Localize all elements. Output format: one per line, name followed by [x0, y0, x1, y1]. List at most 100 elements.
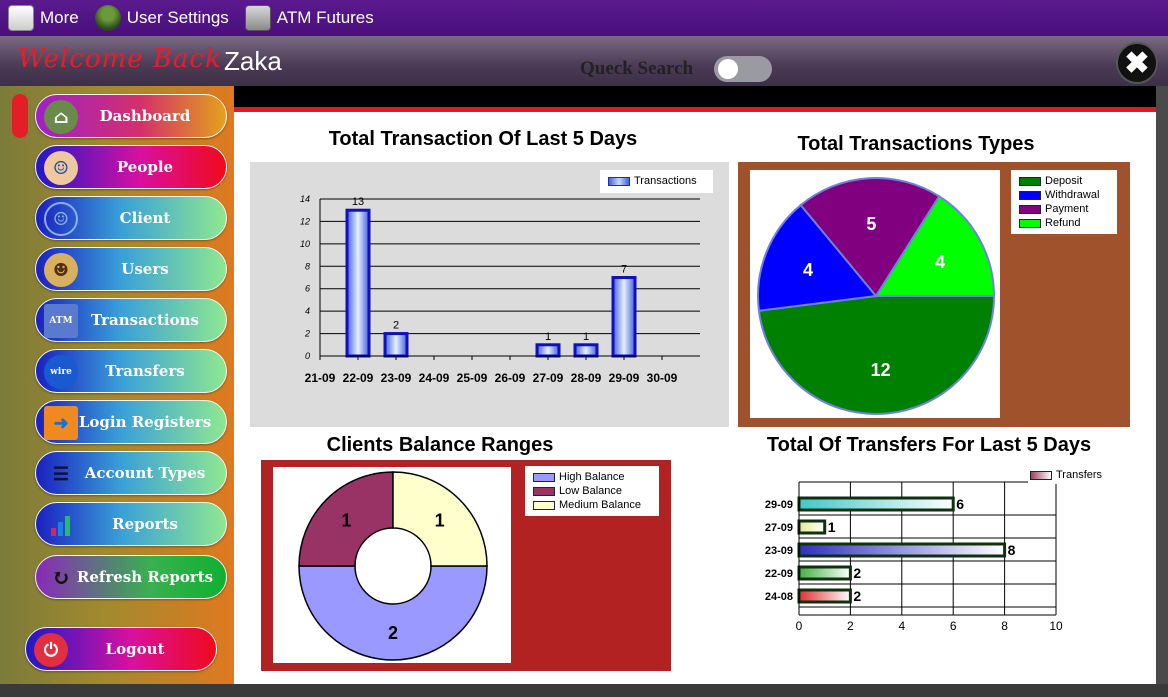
- donut-value-label: 2: [388, 623, 398, 643]
- legend-swatch: [608, 176, 630, 186]
- users-icon: ☻: [44, 253, 78, 287]
- transfers-legend: Transfers: [1028, 466, 1105, 484]
- legend-label: High Balance: [559, 471, 625, 483]
- bar-value-label: 6: [956, 496, 964, 512]
- sidebar-item-transfers[interactable]: wire Transfers: [35, 349, 227, 393]
- y-tick-label: 14: [300, 194, 310, 204]
- menu-user-settings[interactable]: User Settings: [87, 0, 237, 36]
- x-tick-label: 27-09: [533, 371, 564, 385]
- y-tick-label: 23-09: [765, 545, 793, 557]
- pie-value-label: 5: [866, 214, 876, 234]
- donut-value-label: 1: [435, 510, 445, 530]
- pie-value-label: 4: [935, 252, 945, 272]
- people-icon: ☺: [44, 151, 78, 185]
- logout-icon: ⏻: [34, 633, 68, 667]
- bar-value-label: 8: [1008, 542, 1016, 558]
- logout-button[interactable]: ⏻ Logout: [25, 627, 217, 671]
- menu-more-label: More: [40, 8, 79, 27]
- y-tick-label: 2: [304, 329, 310, 339]
- y-tick-label: 4: [305, 306, 310, 316]
- bar: [383, 332, 409, 358]
- sidebar-scrollbar[interactable]: [12, 94, 28, 138]
- menu-bar: More User Settings ATM Futures: [0, 0, 1168, 36]
- legend-label: Medium Balance: [559, 499, 641, 511]
- legend-label: Deposit: [1045, 175, 1083, 187]
- menu-more[interactable]: More: [0, 0, 87, 36]
- x-tick-label: 4: [898, 619, 905, 633]
- window-bottom-edge: [0, 684, 1168, 697]
- y-tick-label: 29-09: [765, 499, 793, 511]
- sidebar-item-dashboard[interactable]: ⌂ Dashboard: [35, 94, 227, 138]
- y-tick-label: 12: [300, 216, 310, 226]
- menu-user-settings-label: User Settings: [126, 8, 229, 27]
- sidebar-item-login-registers[interactable]: ➜ Login Registers: [35, 400, 227, 444]
- bar: [797, 542, 1007, 558]
- bar: [797, 496, 955, 512]
- sidebar-item-refresh-reports[interactable]: ↻ Refresh Reports: [35, 555, 227, 599]
- sidebar-item-reports[interactable]: Reports: [35, 502, 227, 546]
- x-tick-label: 0: [796, 619, 803, 633]
- sidebar-item-users[interactable]: ☻ Users: [35, 247, 227, 291]
- x-tick-label: 23-09: [381, 371, 412, 385]
- sidebar: ⌂ Dashboard ☺ People ☺ Client ☻ Users AT…: [0, 86, 234, 687]
- sidebar-item-client[interactable]: ☺ Client: [35, 196, 227, 240]
- chart-title-transactions: Total Transaction Of Last 5 Days: [328, 128, 638, 150]
- y-tick-label: 8: [305, 261, 310, 271]
- sidebar-item-transactions[interactable]: ATM Transactions: [35, 298, 227, 342]
- quick-search-toggle[interactable]: [714, 56, 772, 82]
- menu-atm-futures[interactable]: ATM Futures: [237, 0, 382, 36]
- legend-swatch-withdrawal: [1019, 190, 1041, 200]
- transaction-types-panel: 12 4 5 4 Deposit Withdrawal Payment Refund: [738, 162, 1130, 427]
- chart-title-transaction-types: Total Transactions Types: [797, 133, 1035, 155]
- y-tick-label: 10: [300, 239, 310, 249]
- x-tick-label: 2: [847, 619, 854, 633]
- transfers-bar-chart: 0 2 4 6 8 10 29-09 6 27-09 1 23-09 8 22-09 2 24-08 2: [765, 481, 1063, 633]
- x-tick-label: 6: [950, 619, 957, 633]
- legend-swatch-low: [533, 486, 555, 496]
- bar-value-label: 1: [545, 331, 551, 343]
- legend-swatch-payment: [1019, 204, 1041, 214]
- legend-label: Transfers: [1056, 469, 1103, 481]
- y-tick-label: 27-09: [765, 522, 793, 534]
- donut-value-label: 1: [341, 510, 351, 530]
- transactions-bar-chart: 0 2 4 6 8 10 12 14 21-09 22-09 13 23-09 2 24-09 25-09 2…: [300, 194, 700, 385]
- bar-value-label: 2: [853, 588, 861, 604]
- x-tick-label: 21-09: [305, 371, 336, 385]
- balance-ranges-legend: High Balance Low Balance Medium Balance: [525, 466, 659, 516]
- legend-label: Transactions: [634, 175, 697, 187]
- bar: [797, 565, 852, 581]
- bar-value-label: 2: [393, 320, 399, 332]
- donut-plot-area: 2 1 1: [273, 467, 511, 663]
- chart-title-balance-ranges: Clients Balance Ranges: [326, 434, 554, 456]
- bar-value-label: 7: [621, 264, 627, 276]
- legend-swatch-refund: [1019, 218, 1041, 228]
- refresh-icon: ↻: [51, 565, 71, 591]
- person-icon: ☺: [44, 202, 78, 236]
- home-icon: ⌂: [44, 100, 78, 134]
- transactions-legend: Transactions: [600, 170, 713, 193]
- transfers-chart-panel: 0 2 4 6 8 10 29-09 6 27-09 1 23-09 8 22-09 2 24-08 2 Tr…: [744, 462, 1124, 662]
- legend-swatch-medium: [533, 500, 555, 510]
- list-icon: ☰: [52, 463, 70, 485]
- sidebar-item-account-types[interactable]: ☰ Account Types: [35, 451, 227, 495]
- pie-value-label: 4: [803, 260, 813, 280]
- sidebar-item-people[interactable]: ☺ People: [35, 145, 227, 189]
- dashboard-main: Total Transaction Of Last 5 Days 0 2 4 6 8 10…: [234, 86, 1156, 684]
- bar-value-label: 1: [828, 519, 836, 535]
- transaction-types-pie-chart: 12 4 5 4: [757, 177, 996, 415]
- legend-swatch: [1030, 470, 1052, 480]
- y-tick-label: 22-09: [765, 568, 793, 580]
- menu-atm-futures-label: ATM Futures: [276, 8, 374, 27]
- x-tick-label: 26-09: [495, 371, 526, 385]
- balance-ranges-panel: 2 1 1 High Balance Low Balance Medium Bala…: [261, 460, 671, 671]
- pie-value-label: 12: [871, 360, 891, 380]
- username: Zaka: [224, 46, 282, 76]
- atm-icon: [244, 5, 271, 31]
- x-tick-label: 8: [1001, 619, 1008, 633]
- x-tick-label: 24-09: [419, 371, 450, 385]
- bar: [797, 519, 827, 535]
- legend-swatch-high: [533, 472, 555, 482]
- close-button[interactable]: ✖: [1116, 42, 1158, 84]
- y-tick-label: 6: [305, 284, 310, 294]
- user-gear-icon: [94, 5, 121, 31]
